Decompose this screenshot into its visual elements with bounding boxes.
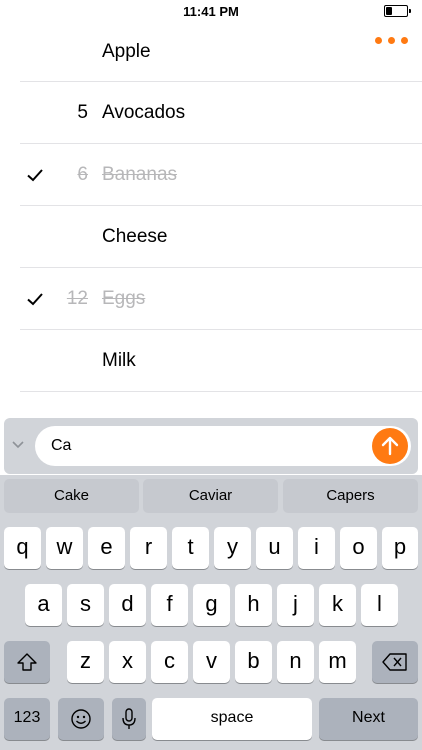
item-quantity: 6 — [77, 163, 88, 185]
key[interactable]: d — [109, 584, 146, 626]
key[interactable]: t — [172, 527, 209, 569]
item-text-field[interactable]: Ca — [35, 426, 411, 466]
key[interactable]: i — [298, 527, 335, 569]
key[interactable]: c — [151, 641, 188, 683]
key[interactable]: r — [130, 527, 167, 569]
list-item[interactable]: Milk — [20, 330, 422, 392]
backspace-icon — [382, 653, 407, 671]
key[interactable]: p — [382, 527, 418, 569]
suggestion-button[interactable]: Caviar — [143, 479, 278, 513]
key[interactable]: j — [277, 584, 314, 626]
keyboard: q w e r t y u i o p a s d f g h j k l z … — [0, 517, 422, 750]
item-name: Milk — [102, 349, 136, 371]
item-name: Bananas — [102, 163, 178, 185]
checkmark-icon — [27, 292, 43, 305]
list-item[interactable]: 5 Avocados — [20, 82, 422, 144]
key[interactable]: u — [256, 527, 293, 569]
key[interactable]: q — [4, 527, 41, 569]
key[interactable]: y — [214, 527, 251, 569]
battery-icon — [384, 5, 411, 17]
item-name: Cheese — [102, 225, 168, 247]
key[interactable]: s — [67, 584, 104, 626]
list-item[interactable]: 6 Bananas — [20, 144, 422, 206]
chevron-down-icon[interactable] — [11, 438, 25, 452]
list-item[interactable]: 12 Eggs — [20, 268, 422, 330]
key[interactable]: e — [88, 527, 125, 569]
next-key[interactable]: Next — [319, 698, 418, 740]
key[interactable]: b — [235, 641, 272, 683]
key[interactable]: l — [361, 584, 398, 626]
key[interactable]: w — [46, 527, 83, 569]
add-item-bar: Ca — [4, 418, 418, 474]
key[interactable]: v — [193, 641, 230, 683]
key[interactable]: x — [109, 641, 146, 683]
key[interactable]: g — [193, 584, 230, 626]
microphone-icon — [122, 708, 136, 729]
backspace-key[interactable] — [372, 641, 418, 683]
key[interactable]: o — [340, 527, 377, 569]
dictation-key[interactable] — [112, 698, 146, 740]
shift-icon — [17, 653, 37, 671]
item-name: Apple — [102, 40, 151, 62]
item-quantity: 12 — [66, 287, 88, 309]
suggestion-button[interactable]: Capers — [283, 479, 418, 513]
key[interactable]: f — [151, 584, 188, 626]
key[interactable]: k — [319, 584, 356, 626]
status-time: 11:41 PM — [183, 4, 239, 19]
key[interactable]: m — [319, 641, 356, 683]
add-item-button[interactable] — [372, 428, 408, 464]
status-bar: 11:41 PM — [0, 0, 422, 22]
grocery-list: Apple 5 Avocados 6 Bananas Cheese 12 Egg… — [0, 22, 422, 392]
suggestion-button[interactable]: Cake — [4, 479, 139, 513]
arrow-up-icon — [381, 436, 399, 456]
autocomplete-bar: Cake Caviar Capers — [0, 475, 422, 517]
list-item[interactable]: Apple — [20, 22, 422, 82]
space-key[interactable]: space — [152, 698, 312, 740]
numbers-key[interactable]: 123 — [4, 698, 50, 740]
key[interactable]: z — [67, 641, 104, 683]
emoji-icon — [71, 709, 91, 729]
list-item[interactable]: Cheese — [20, 206, 422, 268]
item-name: Eggs — [102, 287, 146, 309]
shift-key[interactable] — [4, 641, 50, 683]
key[interactable]: h — [235, 584, 272, 626]
item-name: Avocados — [102, 101, 186, 123]
key[interactable]: n — [277, 641, 314, 683]
checkmark-icon — [27, 168, 43, 181]
key[interactable]: a — [25, 584, 62, 626]
emoji-key[interactable] — [58, 698, 104, 740]
item-quantity: 5 — [77, 101, 88, 123]
